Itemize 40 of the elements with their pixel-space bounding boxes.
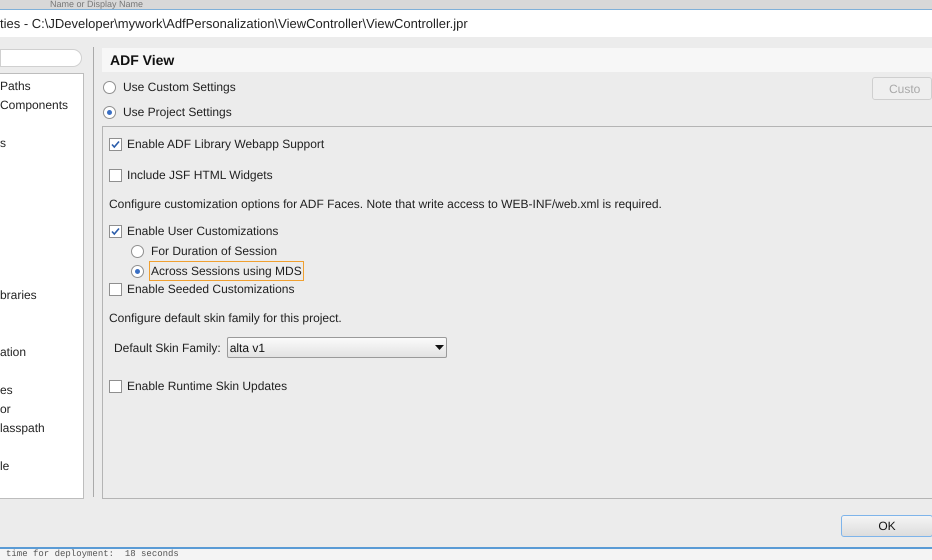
checkbox-option[interactable]: Include JSF HTML Widgets: [109, 166, 932, 184]
ok-button[interactable]: OK: [841, 515, 932, 537]
checkbox-option[interactable]: Enable Runtime Skin Updates: [109, 377, 932, 395]
sidebar-item[interactable]: ation: [0, 343, 26, 361]
checkbox[interactable]: [109, 224, 122, 238]
page-title: ADF View: [110, 50, 174, 70]
radio-button[interactable]: [103, 80, 116, 94]
radio-option[interactable]: Use Custom Settings: [103, 78, 238, 96]
description-text: Configure customization options for ADF Faces. Note that write access to WEB-INF/web.xml is required.: [109, 196, 663, 213]
checkbox-option[interactable]: Enable User Customizations: [109, 222, 932, 240]
checkbox[interactable]: [109, 138, 122, 150]
sidebar-item[interactable]: lasspath: [0, 419, 45, 437]
sidebar-item[interactable]: or: [0, 400, 11, 418]
checkbox[interactable]: [109, 380, 122, 392]
skin-family-dropdown[interactable]: alta v1: [226, 337, 447, 358]
radio-button[interactable]: [103, 106, 116, 118]
caret-icon: [434, 345, 444, 350]
checkmark-icon: [111, 140, 120, 148]
checkbox[interactable]: [109, 168, 122, 182]
sidebar-item[interactable]: Paths: [0, 77, 31, 95]
checkbox-option[interactable]: Enable Seeded Customizations: [109, 280, 932, 298]
radio-option[interactable]: Across Sessions using MDS: [131, 262, 932, 280]
checkbox[interactable]: [109, 282, 122, 296]
background-text: time for deployment: 18 seconds: [6, 549, 179, 560]
field-label: Default Skin Family:: [114, 340, 221, 356]
radio-option[interactable]: For Duration of Session: [131, 242, 932, 260]
sidebar-item[interactable]: braries: [0, 286, 37, 304]
sidebar-item[interactable]: es: [0, 381, 13, 399]
sidebar-item[interactable]: s: [0, 134, 6, 152]
radio-button[interactable]: [131, 264, 144, 278]
sidebar-item[interactable]: Components: [0, 96, 68, 114]
radio-button[interactable]: [131, 244, 144, 258]
search-field[interactable]: [0, 49, 82, 67]
checkmark-icon: [111, 226, 120, 236]
description-text: Configure default skin family for this project.: [109, 310, 343, 327]
radio-option[interactable]: Use Project Settings: [103, 103, 238, 121]
window-title: ties - C:\JDeveloper\mywork\AdfPersonalization\ViewController\ViewController.jpr: [0, 14, 468, 33]
sidebar-item[interactable]: le: [0, 457, 10, 475]
checkbox-option[interactable]: Enable ADF Library Webapp Support: [109, 135, 932, 153]
background-text: Name or Display Name: [50, 0, 144, 9]
